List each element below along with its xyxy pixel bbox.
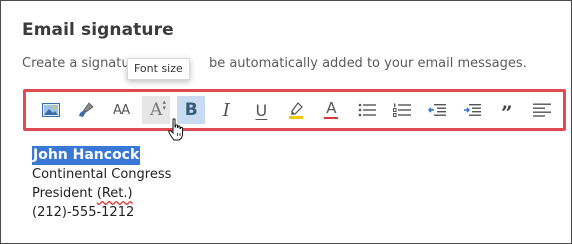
align-button[interactable] [528, 96, 556, 124]
description-prefix: Create a signatur [22, 56, 135, 71]
increase-indent-icon [463, 103, 481, 117]
increase-indent-button[interactable] [458, 96, 486, 124]
quote-icon: ” [500, 101, 513, 125]
bold-icon: B [184, 100, 198, 120]
underline-button[interactable]: U [247, 96, 275, 124]
bullets-button[interactable] [353, 96, 381, 124]
decrease-indent-button[interactable] [423, 96, 451, 124]
brush-icon [77, 101, 95, 119]
signature-line-1: Continental Congress [32, 167, 172, 182]
signature-line-2: President (Ret.) [32, 186, 133, 201]
font-size-arrows-icon: ▴ ▾ [162, 99, 167, 112]
font-color-icon: A [324, 99, 339, 119]
insert-picture-button[interactable] [37, 96, 65, 124]
font-color-button[interactable]: A [318, 96, 346, 124]
formatting-toolbar: AA A ▴ ▾ B I U A ” [23, 89, 566, 131]
format-painter-button[interactable] [72, 96, 100, 124]
hand-cursor-icon [168, 118, 186, 147]
font-size-icon: A [149, 100, 163, 120]
numbering-button[interactable] [388, 96, 416, 124]
signature-line-3: (212)-555-1212 [32, 205, 135, 220]
highlighter-icon [287, 101, 305, 119]
picture-icon [41, 103, 60, 117]
signature-editor[interactable]: John Hancock Continental Congress Presid… [32, 146, 171, 222]
bulleted-list-icon [358, 103, 376, 117]
highlight-button[interactable] [282, 96, 310, 124]
section-description: Create a signatur be automatically added … [22, 56, 527, 71]
signature-name: John Hancock [32, 146, 141, 165]
section-title: Email signature [22, 20, 174, 40]
decrease-indent-icon [427, 103, 446, 117]
font-button[interactable]: AA [107, 96, 135, 124]
quote-button[interactable]: ” [493, 96, 521, 125]
font-size-button[interactable]: A ▴ ▾ [142, 96, 171, 124]
italic-icon: I [222, 99, 230, 121]
font-icon: AA [112, 102, 130, 118]
underline-icon: U [255, 100, 268, 120]
description-suffix: be automatically added to your email mes… [208, 56, 527, 71]
align-icon [532, 103, 551, 117]
font-size-tooltip: Font size [127, 58, 190, 80]
numbered-list-icon [392, 103, 411, 117]
italic-button[interactable]: I [212, 96, 240, 124]
